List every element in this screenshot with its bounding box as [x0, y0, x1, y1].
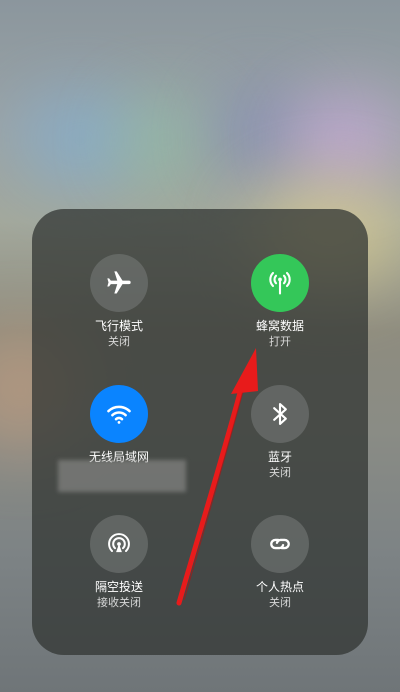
airplane-mode-status: 关闭	[108, 335, 130, 348]
bluetooth-tile[interactable]: 蓝牙 关闭	[220, 385, 340, 481]
airplane-mode-tile[interactable]: 飞行模式 关闭	[59, 254, 179, 350]
personal-hotspot-button[interactable]	[251, 515, 309, 573]
airdrop-icon	[108, 533, 130, 553]
link-chain-icon	[270, 538, 290, 550]
connectivity-panel: 飞行模式 关闭 蜂窝数据 打开 无线局域网 蓝牙 关闭 隔空投送 接收关闭 个人…	[32, 209, 368, 655]
bluetooth-icon	[273, 403, 287, 425]
cellular-data-button[interactable]	[251, 254, 309, 312]
cellular-data-status: 打开	[269, 335, 291, 348]
wifi-icon	[107, 405, 131, 424]
bluetooth-button[interactable]	[251, 385, 309, 443]
cellular-data-label: 蜂窝数据	[255, 319, 304, 333]
wifi-tile[interactable]: 无线局域网	[59, 385, 179, 465]
airdrop-button[interactable]	[90, 515, 148, 573]
wifi-button[interactable]	[90, 385, 148, 443]
airdrop-status: 接收关闭	[97, 596, 141, 609]
bluetooth-status: 关闭	[269, 466, 291, 479]
antenna-icon	[269, 271, 291, 295]
airplane-icon	[107, 271, 131, 294]
airplane-mode-label: 飞行模式	[94, 319, 143, 333]
cellular-data-tile[interactable]: 蜂窝数据 打开	[220, 254, 340, 350]
redacted-network-name	[58, 460, 186, 492]
personal-hotspot-status: 关闭	[269, 596, 291, 609]
airplane-mode-button[interactable]	[90, 254, 148, 312]
personal-hotspot-tile[interactable]: 个人热点 关闭	[220, 515, 340, 611]
bluetooth-label: 蓝牙	[267, 450, 292, 464]
airdrop-label: 隔空投送	[94, 580, 143, 594]
airdrop-tile[interactable]: 隔空投送 接收关闭	[59, 515, 179, 611]
personal-hotspot-label: 个人热点	[255, 580, 304, 594]
